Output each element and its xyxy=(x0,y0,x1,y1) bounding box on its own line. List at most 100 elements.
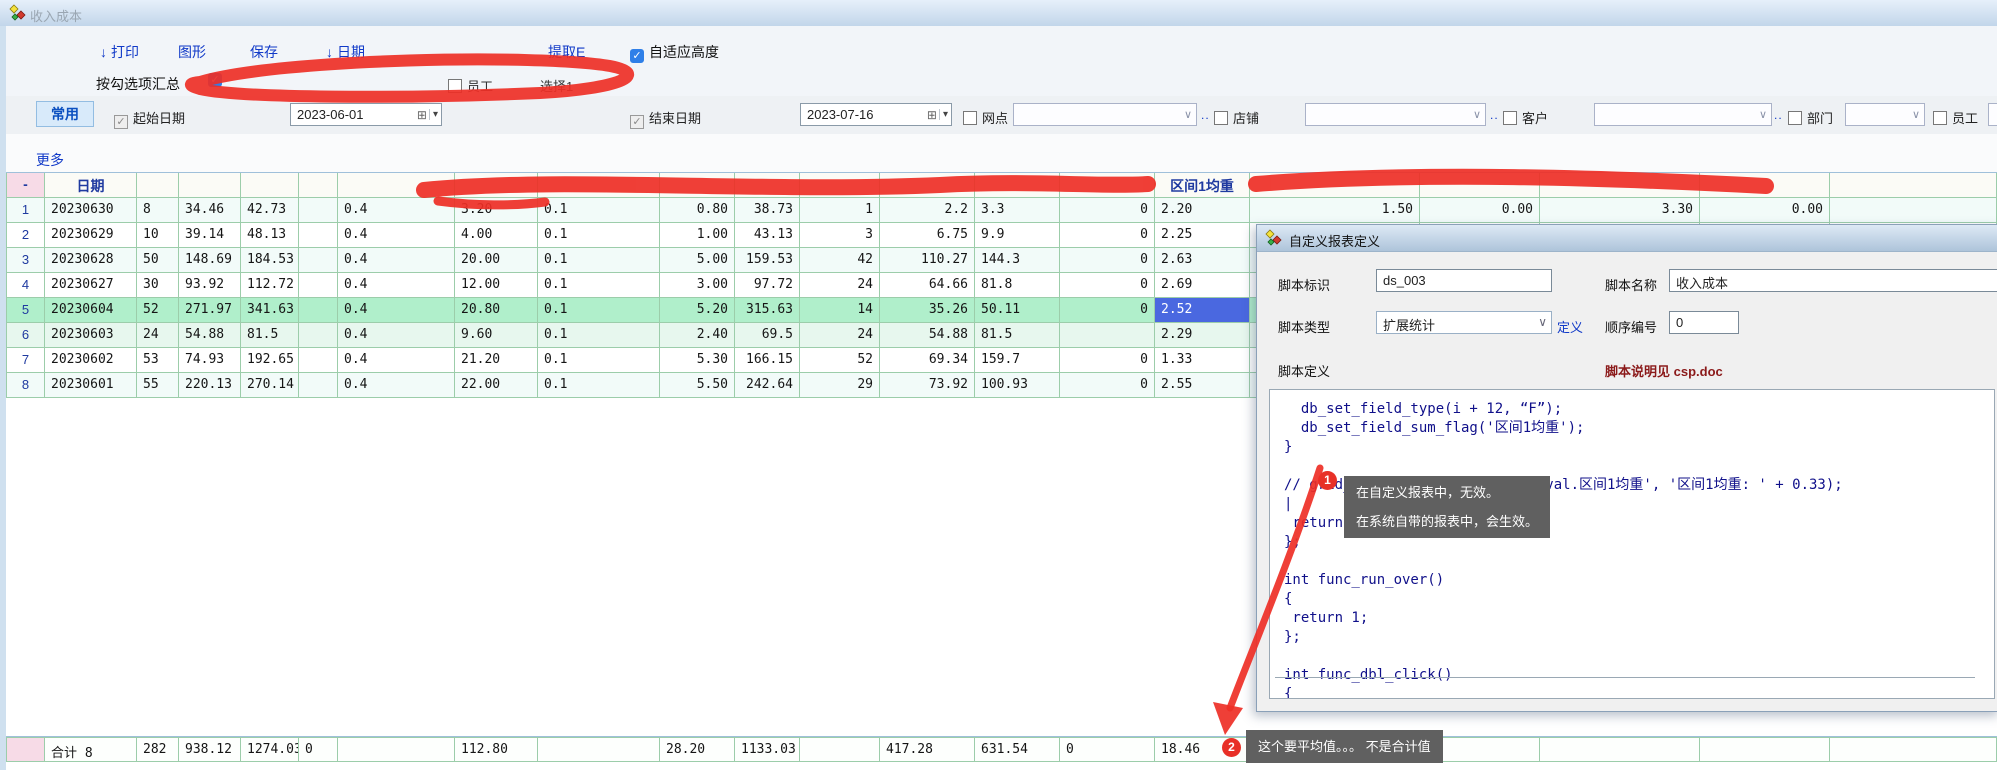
start-date-input[interactable]: 2023-06-01 ⊞ ▾ xyxy=(290,103,442,126)
table-cell[interactable]: 20230630 xyxy=(45,198,137,223)
table-cell[interactable]: 22.00 xyxy=(455,373,538,398)
more-link[interactable]: 更多 xyxy=(36,150,64,170)
column-header[interactable] xyxy=(1060,173,1155,198)
column-header-date[interactable]: 日期 xyxy=(45,173,137,198)
selected-cell[interactable]: 2.52 xyxy=(1155,298,1250,323)
table-cell[interactable] xyxy=(299,348,338,373)
table-cell[interactable] xyxy=(299,323,338,348)
table-cell[interactable]: 3.30 xyxy=(1540,198,1700,223)
table-cell[interactable]: 0.00 xyxy=(1420,198,1540,223)
totals-cell[interactable] xyxy=(338,737,455,762)
table-row[interactable]: 120230630834.4642.730.43.200.10.8038.731… xyxy=(6,198,1997,223)
department-combo[interactable]: ∨ xyxy=(1845,103,1925,126)
table-cell[interactable]: 184.53 xyxy=(241,248,299,273)
site-more-button[interactable]: .. xyxy=(1201,108,1210,122)
row-number-cell[interactable]: 7 xyxy=(6,348,45,373)
table-cell[interactable] xyxy=(299,298,338,323)
tab-common[interactable]: 常用 xyxy=(36,101,94,127)
table-cell[interactable]: 2.63 xyxy=(1155,248,1250,273)
table-cell[interactable]: 110.27 xyxy=(880,248,975,273)
table-cell[interactable]: 20230602 xyxy=(45,348,137,373)
chevron-down-icon[interactable]: ▾ xyxy=(939,109,948,120)
totals-cell[interactable] xyxy=(1700,737,1830,762)
table-cell[interactable]: 0.4 xyxy=(338,348,455,373)
script-name-input[interactable]: 收入成本 xyxy=(1669,269,1997,292)
table-cell[interactable]: 54.88 xyxy=(179,323,241,348)
totals-cell[interactable] xyxy=(1540,737,1700,762)
totals-cell[interactable]: 28.20 xyxy=(660,737,735,762)
table-cell[interactable]: 74.93 xyxy=(179,348,241,373)
table-cell[interactable]: 0.4 xyxy=(338,273,455,298)
department-checkbox[interactable]: 部门 xyxy=(1788,108,1833,127)
table-cell[interactable]: 20.00 xyxy=(455,248,538,273)
column-header[interactable] xyxy=(880,173,975,198)
table-cell[interactable]: 20230628 xyxy=(45,248,137,273)
table-cell[interactable]: 0.1 xyxy=(538,198,660,223)
summary-checkbox[interactable]: ✓ xyxy=(208,73,222,87)
table-cell[interactable] xyxy=(1830,198,1997,223)
table-cell[interactable]: 6.75 xyxy=(880,223,975,248)
table-cell[interactable]: 0.4 xyxy=(338,298,455,323)
table-cell[interactable]: 5.30 xyxy=(660,348,735,373)
column-header[interactable] xyxy=(1540,173,1700,198)
row-number-cell[interactable]: 4 xyxy=(6,273,45,298)
column-header[interactable] xyxy=(1700,173,1830,198)
table-cell[interactable]: 315.63 xyxy=(735,298,800,323)
customer-more-button[interactable]: .. xyxy=(1774,108,1783,122)
column-header[interactable] xyxy=(1420,173,1540,198)
checkbox-icon[interactable] xyxy=(448,79,462,93)
table-cell[interactable]: 341.63 xyxy=(241,298,299,323)
table-cell[interactable]: 159.53 xyxy=(735,248,800,273)
table-cell[interactable]: 3.00 xyxy=(660,273,735,298)
table-cell[interactable]: 271.97 xyxy=(179,298,241,323)
table-cell[interactable]: 12.00 xyxy=(455,273,538,298)
table-cell[interactable]: 5.00 xyxy=(660,248,735,273)
column-header[interactable] xyxy=(660,173,735,198)
table-cell[interactable]: 0.1 xyxy=(538,273,660,298)
column-header[interactable] xyxy=(137,173,179,198)
totals-cell[interactable]: 112.80 xyxy=(455,737,538,762)
table-cell[interactable]: 0 xyxy=(1060,273,1155,298)
table-cell[interactable]: 0.4 xyxy=(338,198,455,223)
table-cell[interactable]: 55 xyxy=(137,373,179,398)
chevron-down-icon[interactable]: ▾ xyxy=(429,109,438,120)
table-cell[interactable]: 81.5 xyxy=(975,323,1060,348)
table-cell[interactable]: 192.65 xyxy=(241,348,299,373)
table-cell[interactable]: 34.46 xyxy=(179,198,241,223)
table-cell[interactable]: 64.66 xyxy=(880,273,975,298)
totals-corner-cell[interactable] xyxy=(6,737,45,762)
totals-cell[interactable]: 938.12 xyxy=(179,737,241,762)
table-cell[interactable]: 50 xyxy=(137,248,179,273)
script-type-combo[interactable]: 扩展统计∨ xyxy=(1376,311,1552,334)
table-cell[interactable]: 1 xyxy=(800,198,880,223)
table-cell[interactable]: 35.26 xyxy=(880,298,975,323)
table-cell[interactable]: 159.7 xyxy=(975,348,1060,373)
table-cell[interactable] xyxy=(299,198,338,223)
print-button[interactable]: ↓打印 xyxy=(100,42,139,62)
table-cell[interactable]: 10 xyxy=(137,223,179,248)
table-cell[interactable]: 144.3 xyxy=(975,248,1060,273)
table-cell[interactable]: 21.20 xyxy=(455,348,538,373)
table-cell[interactable]: 0.1 xyxy=(538,373,660,398)
table-cell[interactable]: 0 xyxy=(1060,348,1155,373)
order-input[interactable]: 0 xyxy=(1669,311,1739,334)
table-cell[interactable]: 50.11 xyxy=(975,298,1060,323)
table-cell[interactable]: 48.13 xyxy=(241,223,299,248)
employee-checkbox[interactable]: 员工 xyxy=(1933,108,1978,127)
table-cell[interactable]: 2.25 xyxy=(1155,223,1250,248)
table-cell[interactable] xyxy=(299,223,338,248)
date-button[interactable]: ↓日期 xyxy=(326,42,365,62)
table-cell[interactable]: 20230604 xyxy=(45,298,137,323)
table-cell[interactable]: 112.72 xyxy=(241,273,299,298)
table-cell[interactable]: 20230601 xyxy=(45,373,137,398)
table-cell[interactable] xyxy=(299,273,338,298)
table-cell[interactable]: 0.4 xyxy=(338,323,455,348)
table-cell[interactable]: 4.00 xyxy=(455,223,538,248)
table-cell[interactable]: 20.80 xyxy=(455,298,538,323)
totals-cell[interactable] xyxy=(800,737,880,762)
table-cell[interactable]: 2.2 xyxy=(880,198,975,223)
table-cell[interactable]: 0 xyxy=(1060,198,1155,223)
table-cell[interactable]: 73.92 xyxy=(880,373,975,398)
table-cell[interactable]: 69.5 xyxy=(735,323,800,348)
custom-combo[interactable]: ∨ xyxy=(1594,103,1772,126)
